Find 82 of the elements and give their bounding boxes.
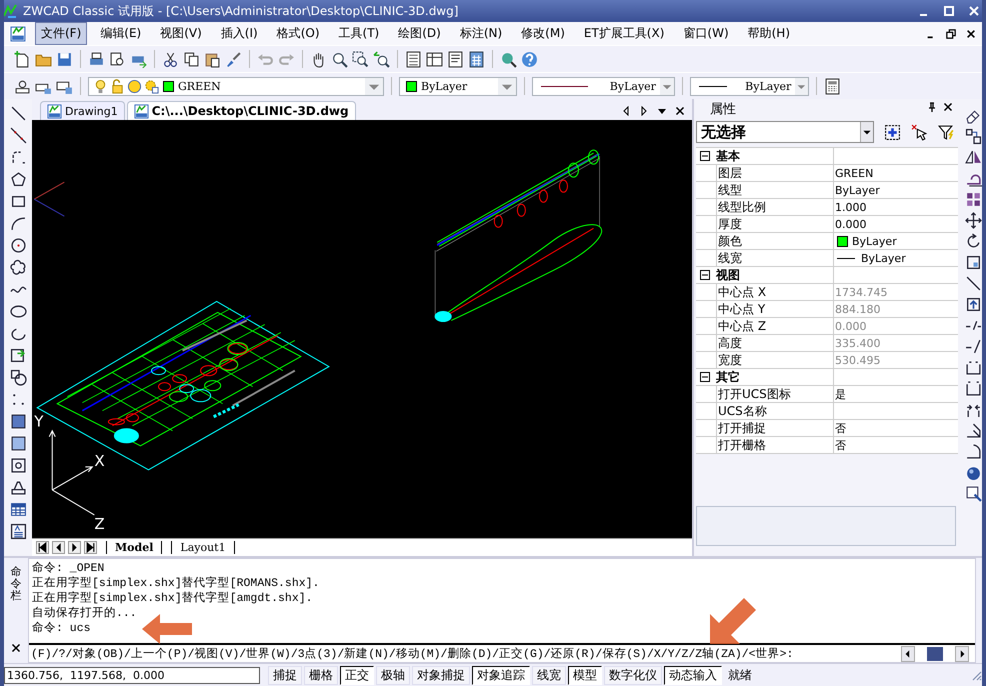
selection-dropdown[interactable]: 无选择 bbox=[696, 121, 874, 143]
property-value[interactable]: 1.000 bbox=[835, 200, 866, 214]
status-toggle-button[interactable]: 栅格 bbox=[304, 666, 338, 684]
property-value[interactable]: ByLayer bbox=[835, 184, 880, 196]
command-history-line: 命令: ucs bbox=[32, 621, 92, 636]
property-name: 图层 bbox=[716, 165, 834, 181]
property-value[interactable]: 1734.745 bbox=[835, 286, 888, 298]
axis-label: Y bbox=[34, 412, 44, 431]
status-toggle-button[interactable]: 模型 bbox=[568, 666, 602, 684]
property-value[interactable]: GREEN bbox=[835, 166, 874, 180]
menu-item[interactable]: 修改(M) bbox=[515, 22, 571, 45]
property-value[interactable]: 否 bbox=[835, 420, 846, 436]
color-value: ByLayer bbox=[421, 80, 468, 92]
coordinates-display: 1360.756, 1197.568, 0.000 bbox=[4, 666, 260, 684]
property-value[interactable]: 否 bbox=[835, 438, 846, 452]
property-name: UCS名称 bbox=[716, 403, 834, 419]
property-name: 中心点 Z bbox=[716, 318, 834, 334]
property-name: 厚度 bbox=[716, 216, 834, 232]
property-name: 打开UCS图标 bbox=[716, 386, 834, 402]
command-history-line: 正在用字型[simplex.shx]替代字型[ROMANS.shx]. bbox=[32, 576, 320, 591]
menu-item[interactable]: ET扩展工具(X) bbox=[578, 22, 670, 45]
property-name: 宽度 bbox=[716, 352, 834, 368]
layout-tab[interactable]: Layout1 bbox=[171, 541, 235, 554]
lineweight-value: ByLayer bbox=[745, 80, 792, 92]
property-name: 打开捕捉 bbox=[716, 420, 834, 436]
property-name: 颜色 bbox=[716, 233, 834, 249]
property-name: 线型比例 bbox=[716, 199, 834, 215]
section-title: 基本 bbox=[716, 148, 834, 164]
command-prompt[interactable]: (F)/?/对象(OB)/上一个(P)/视图(V)/世界(W)/3点(3)/新建(N)/移动(M)/删除(D)/正交(G)/还原(R)/保存(S)/X/Y/Z/Z轴(ZA)/<世界>: bbox=[29, 646, 794, 661]
menu-item[interactable]: 文件(F) bbox=[35, 22, 88, 45]
status-toggle-button[interactable]: 对象追踪 bbox=[472, 666, 530, 684]
window-title: ZWCAD Classic 试用版 - [C:\Users\Administrator\Desktop\CLINIC-3D.dwg] bbox=[23, 2, 458, 20]
menu-item[interactable]: 帮助(H) bbox=[742, 22, 796, 45]
property-value[interactable]: 884.180 bbox=[835, 302, 880, 316]
status-toggle-button[interactable]: 极轴 bbox=[376, 666, 410, 684]
panel-title: 属性 bbox=[710, 101, 736, 118]
property-value[interactable]: 0.000 bbox=[835, 218, 866, 230]
status-toggle-button[interactable]: 对象捕捉 bbox=[412, 666, 470, 684]
command-history-line: 正在用字型[simplex.shx]替代字型[amgdt.shx]. bbox=[32, 591, 314, 606]
status-toggle-button[interactable]: 捕捉 bbox=[268, 666, 302, 684]
linetype-value: ByLayer bbox=[610, 80, 656, 92]
property-value[interactable]: ByLayer bbox=[852, 234, 897, 248]
color-dropdown[interactable]: ByLayer bbox=[399, 76, 517, 96]
layout-tab[interactable]: Model bbox=[106, 541, 162, 554]
layer-name: GREEN bbox=[178, 80, 221, 92]
status-toggle-button[interactable]: 线宽 bbox=[532, 666, 566, 684]
property-value[interactable]: 是 bbox=[835, 386, 846, 402]
property-value[interactable]: 0.000 bbox=[835, 320, 866, 332]
lineweight-dropdown[interactable]: ByLayer bbox=[690, 76, 809, 96]
menu-item[interactable]: 格式(O) bbox=[270, 22, 326, 45]
property-name: 中心点 X bbox=[716, 284, 834, 300]
property-name: 线型 bbox=[716, 182, 834, 198]
command-history-line: 命令: _OPEN bbox=[32, 561, 106, 576]
menu-item[interactable]: 视图(V) bbox=[154, 22, 208, 45]
layer-dropdown[interactable]: GREEN bbox=[88, 76, 384, 96]
property-value[interactable]: 335.400 bbox=[835, 336, 880, 350]
property-name: 线宽 bbox=[716, 250, 834, 266]
axis-label: X bbox=[94, 452, 105, 470]
document-tab[interactable]: C:\...\Desktop\CLINIC-3D.dwg bbox=[126, 101, 356, 120]
property-value[interactable]: ByLayer bbox=[861, 252, 906, 264]
menu-item[interactable]: 窗口(W) bbox=[677, 22, 735, 45]
status-text: 就绪 bbox=[728, 666, 752, 684]
menu-item[interactable]: 标注(N) bbox=[454, 22, 508, 45]
menu-item[interactable]: 绘图(D) bbox=[392, 22, 447, 45]
linetype-dropdown[interactable]: ByLayer bbox=[532, 76, 675, 96]
status-toggle-button[interactable]: 正交 bbox=[340, 666, 374, 684]
menu-item[interactable]: 插入(I) bbox=[214, 22, 264, 45]
status-toggle-button[interactable]: 数字化仪 bbox=[604, 666, 662, 684]
axis-label: Z bbox=[94, 514, 105, 533]
menu-item[interactable]: 编辑(E) bbox=[94, 22, 148, 45]
property-name: 高度 bbox=[716, 335, 834, 351]
section-title: 视图 bbox=[716, 267, 834, 283]
property-name: 中心点 Y bbox=[716, 301, 834, 317]
command-bar-label: 命令栏 bbox=[10, 566, 22, 602]
menu-item[interactable]: 工具(T) bbox=[332, 22, 386, 45]
document-tab[interactable]: Drawing1 bbox=[40, 101, 125, 120]
property-value[interactable]: 530.495 bbox=[835, 354, 880, 366]
property-name: 打开栅格 bbox=[716, 437, 834, 453]
model-space-canvas[interactable]: Y X Z bbox=[32, 120, 692, 538]
section-title: 其它 bbox=[716, 369, 834, 385]
command-history-line: 自动保存打开的... bbox=[32, 606, 138, 621]
status-toggle-button[interactable]: 动态输入 bbox=[664, 666, 722, 684]
